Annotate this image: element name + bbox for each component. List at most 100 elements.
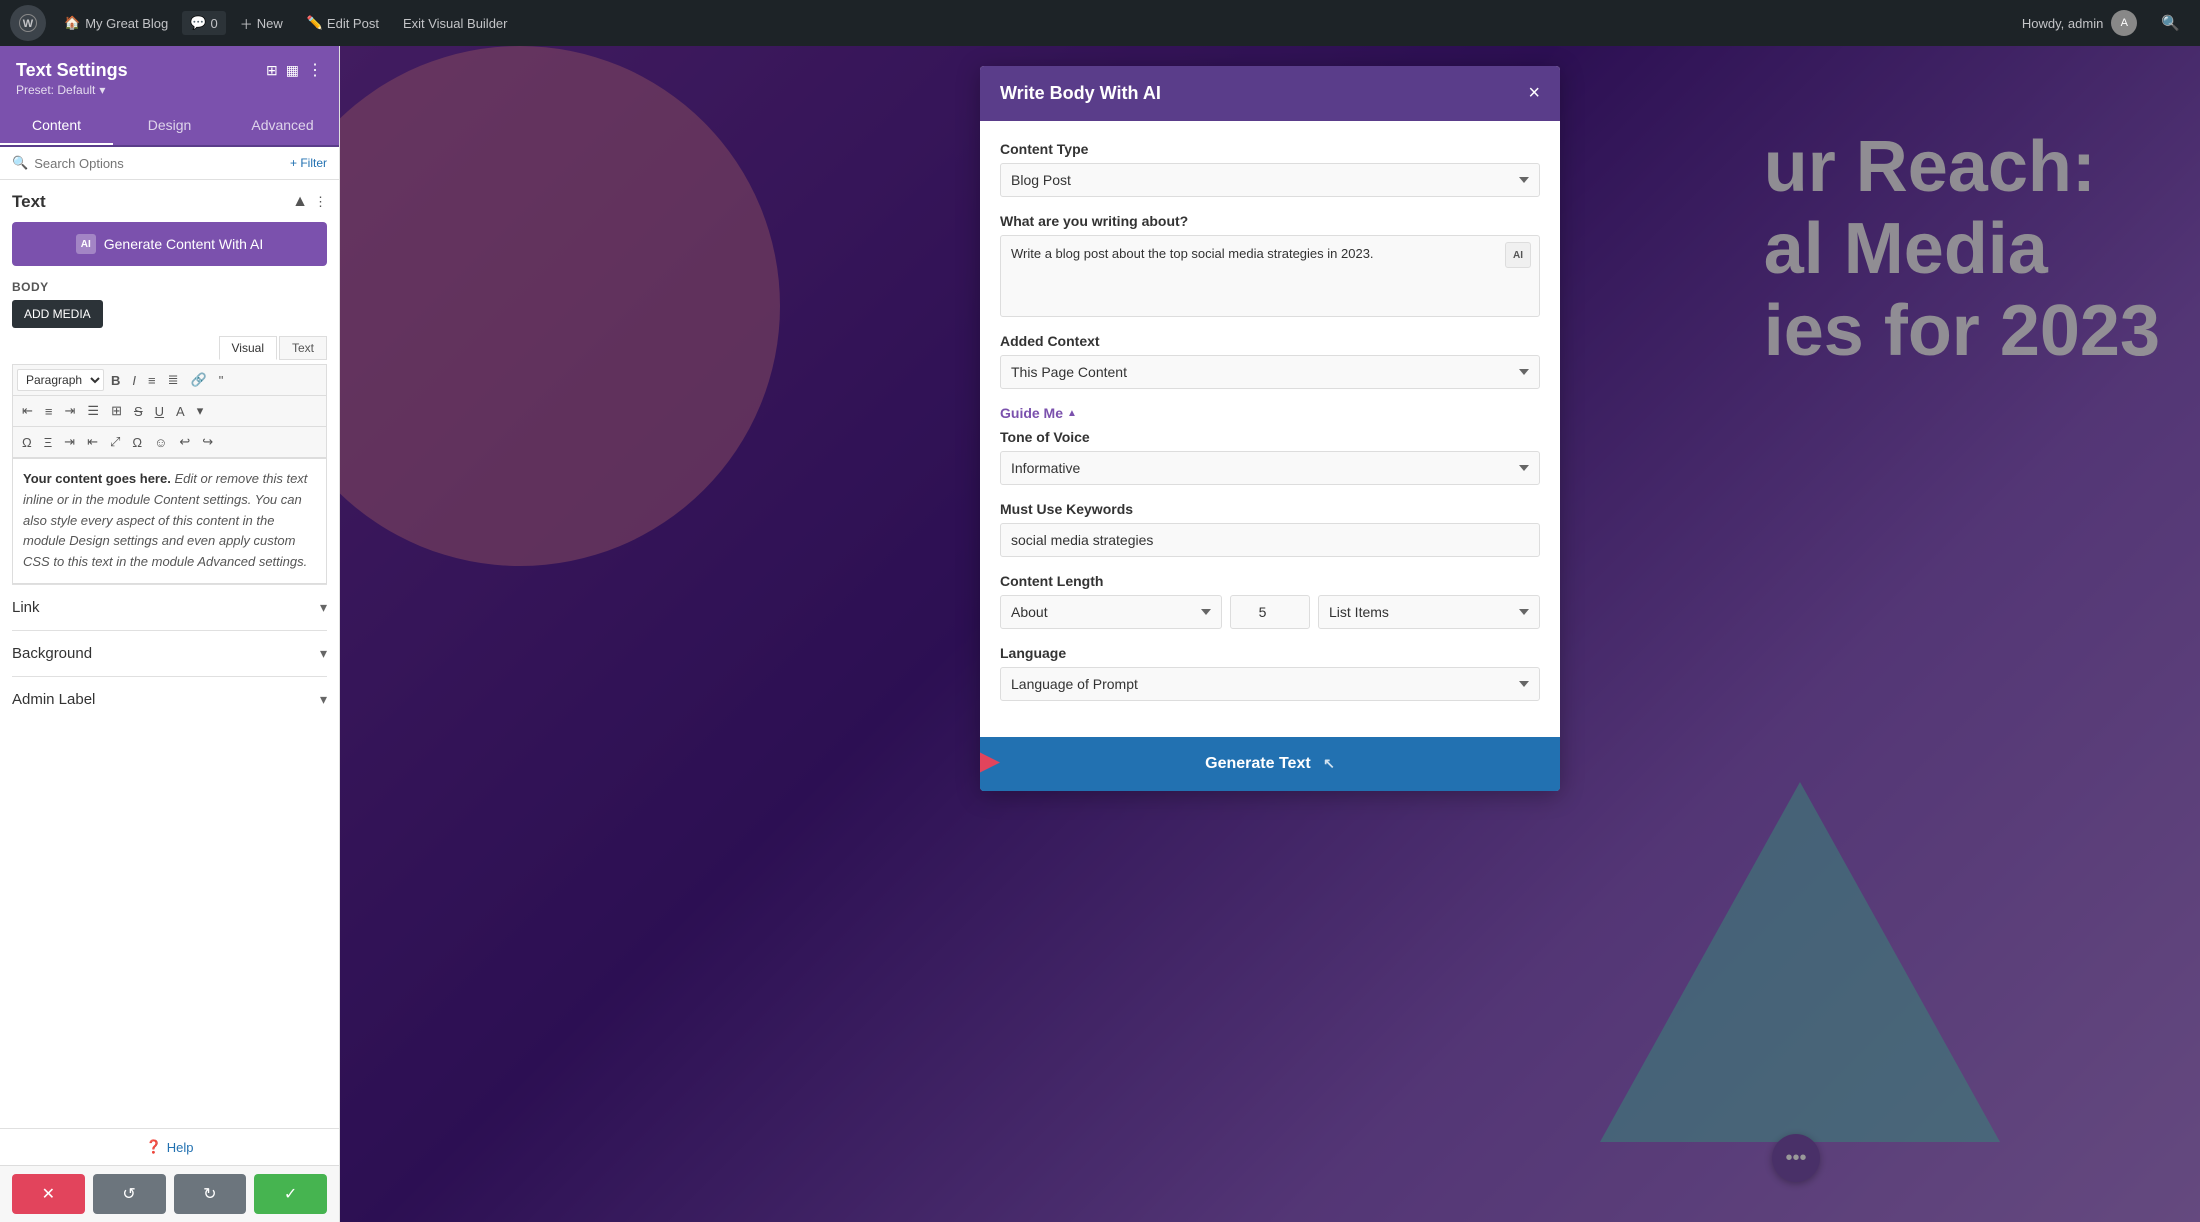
grid-icon[interactable]: ⊞ xyxy=(266,62,278,79)
redo-editor-button[interactable]: ↪ xyxy=(197,431,218,453)
emoji-button[interactable]: ☺ xyxy=(149,431,172,453)
sidebar-title: Text Settings xyxy=(16,60,128,81)
generate-text-button[interactable]: Generate Text ↖ xyxy=(980,737,1560,791)
ol-button[interactable]: ≣ xyxy=(163,369,184,391)
link-section: Link ▾ xyxy=(12,584,327,630)
save-button[interactable]: ✓ xyxy=(254,1174,327,1214)
underline-button[interactable]: U xyxy=(150,400,169,422)
section-options-icon[interactable]: ⋮ xyxy=(314,194,327,210)
writing-about-label: What are you writing about? xyxy=(1000,213,1540,229)
generate-content-button[interactable]: AI Generate Content With AI xyxy=(12,222,327,266)
content-length-number-input[interactable] xyxy=(1230,595,1310,629)
bold-button[interactable]: B xyxy=(106,369,125,391)
main-layout: Text Settings Preset: Default ▾ ⊞ ▦ ⋮ xyxy=(0,46,2200,1222)
page-canvas: ur Reach: al Media ies for 2023 Write Bo… xyxy=(340,46,2200,1222)
ai-assist-badge[interactable]: AI xyxy=(1505,242,1531,268)
blockquote-button[interactable]: " xyxy=(214,369,229,391)
undo-editor-button[interactable]: ↩ xyxy=(174,431,195,453)
admin-label-section-header[interactable]: Admin Label ▾ xyxy=(12,689,327,710)
wp-logo-icon[interactable]: W xyxy=(10,5,46,41)
paragraph-select[interactable]: Paragraph xyxy=(17,369,104,391)
fullscreen-button[interactable]: ⤢ xyxy=(105,431,125,453)
add-media-button[interactable]: ADD MEDIA xyxy=(12,300,103,328)
italic-button[interactable]: I xyxy=(127,369,141,391)
link-title: Link xyxy=(12,599,40,616)
sidebar-header: Text Settings Preset: Default ▾ ⊞ ▦ ⋮ xyxy=(0,46,339,107)
strikethrough-button[interactable]: S xyxy=(129,400,148,422)
filter-button[interactable]: + Filter xyxy=(290,156,327,170)
howdy-bar-item: Howdy, admin A xyxy=(2012,4,2147,42)
sidebar-tabs: Content Design Advanced xyxy=(0,107,339,147)
language-select[interactable]: Language of Prompt xyxy=(1000,667,1540,701)
tone-of-voice-select[interactable]: Informative xyxy=(1000,451,1540,485)
modal-title: Write Body With AI xyxy=(1000,83,1161,104)
site-name-bar-item[interactable]: 🏠 My Great Blog xyxy=(54,9,178,37)
cancel-button[interactable]: ✕ xyxy=(12,1174,85,1214)
outdent-button[interactable]: ⇤ xyxy=(82,431,103,453)
ai-icon: AI xyxy=(76,234,96,254)
added-context-label: Added Context xyxy=(1000,333,1540,349)
keywords-input[interactable] xyxy=(1000,523,1540,557)
search-icon: 🔍 xyxy=(12,155,28,171)
columns-icon[interactable]: ▦ xyxy=(286,62,299,79)
modal-body: Content Type Blog Post What are you writ… xyxy=(980,121,1560,737)
plus-icon: ＋ xyxy=(240,14,253,33)
redo-button[interactable]: ↻ xyxy=(174,1174,247,1214)
sidebar-preset: Preset: Default ▾ xyxy=(16,83,128,97)
help-circle-icon: ❓ xyxy=(146,1139,162,1155)
char-button[interactable]: Ω xyxy=(127,431,147,453)
editor-toolbar-2: ⇤ ≡ ⇥ ☰ ⊞ S U A ▾ xyxy=(12,395,327,426)
pencil-icon: ✏️ xyxy=(307,15,323,31)
edit-post-bar-item[interactable]: ✏️ Edit Post xyxy=(297,9,389,37)
tab-design[interactable]: Design xyxy=(113,107,226,145)
new-bar-item[interactable]: ＋ New xyxy=(230,8,293,39)
justify-button[interactable]: ☰ xyxy=(82,400,104,422)
color-button[interactable]: A xyxy=(171,400,190,422)
tab-advanced[interactable]: Advanced xyxy=(226,107,339,145)
admin-label-section: Admin Label ▾ xyxy=(12,676,327,722)
visual-tab[interactable]: Visual xyxy=(219,336,277,360)
indent-button[interactable]: ⇥ xyxy=(59,431,80,453)
editor-body[interactable]: Your content goes here. Edit or remove t… xyxy=(12,458,327,584)
added-context-group: Added Context This Page Content xyxy=(1000,333,1540,389)
link-section-header[interactable]: Link ▾ xyxy=(12,597,327,618)
background-section-header[interactable]: Background ▾ xyxy=(12,643,327,664)
content-length-about-select[interactable]: About xyxy=(1000,595,1222,629)
body-label: Body xyxy=(12,280,327,294)
writing-about-textarea[interactable]: Write a blog post about the top social m… xyxy=(1001,236,1505,316)
undo-button[interactable]: ↺ xyxy=(93,1174,166,1214)
search-bar-icon[interactable]: 🔍 xyxy=(2151,8,2190,38)
help-button[interactable]: ❓ Help xyxy=(10,1139,329,1155)
background-chevron-icon: ▾ xyxy=(320,645,327,662)
modal-close-button[interactable]: × xyxy=(1528,82,1540,105)
exit-builder-bar-item[interactable]: Exit Visual Builder xyxy=(393,10,518,37)
search-input[interactable] xyxy=(34,156,284,171)
content-length-row: About List Items xyxy=(1000,595,1540,629)
ul-button[interactable]: ≡ xyxy=(143,369,161,391)
content-length-unit-select[interactable]: List Items xyxy=(1318,595,1540,629)
more-options-icon[interactable]: ⋮ xyxy=(307,60,323,80)
chevron-up-icon[interactable]: ▲ xyxy=(292,193,308,211)
writing-about-input-wrapper: Write a blog post about the top social m… xyxy=(1000,235,1540,317)
align-right-button[interactable]: ⇥ xyxy=(60,400,81,422)
more-button[interactable]: ▾ xyxy=(192,400,209,422)
cursor-icon: ↖ xyxy=(1323,755,1335,771)
ai-modal: Write Body With AI × Content Type Blog P… xyxy=(980,66,1560,791)
link-button[interactable]: 🔗 xyxy=(186,369,212,391)
special-1-button[interactable]: Ω xyxy=(17,431,37,453)
align-left-button[interactable]: ⇤ xyxy=(17,400,38,422)
content-type-select[interactable]: Blog Post xyxy=(1000,163,1540,197)
site-icon: 🏠 xyxy=(64,15,80,31)
guide-me-button[interactable]: Guide Me ▲ xyxy=(1000,405,1077,421)
modal-footer: Generate Text ↖ xyxy=(980,737,1560,791)
table-button[interactable]: ⊞ xyxy=(106,400,127,422)
text-tab[interactable]: Text xyxy=(279,336,327,360)
bottom-action-bar: ✕ ↺ ↻ ✓ xyxy=(0,1165,339,1222)
content-type-label: Content Type xyxy=(1000,141,1540,157)
text-section-header: Text ▲ ⋮ xyxy=(12,192,327,212)
align-center-button[interactable]: ≡ xyxy=(40,400,58,422)
special-2-button[interactable]: Ξ xyxy=(39,431,57,453)
comments-bar-item[interactable]: 💬 0 xyxy=(182,11,225,35)
added-context-select[interactable]: This Page Content xyxy=(1000,355,1540,389)
tab-content[interactable]: Content xyxy=(0,107,113,145)
